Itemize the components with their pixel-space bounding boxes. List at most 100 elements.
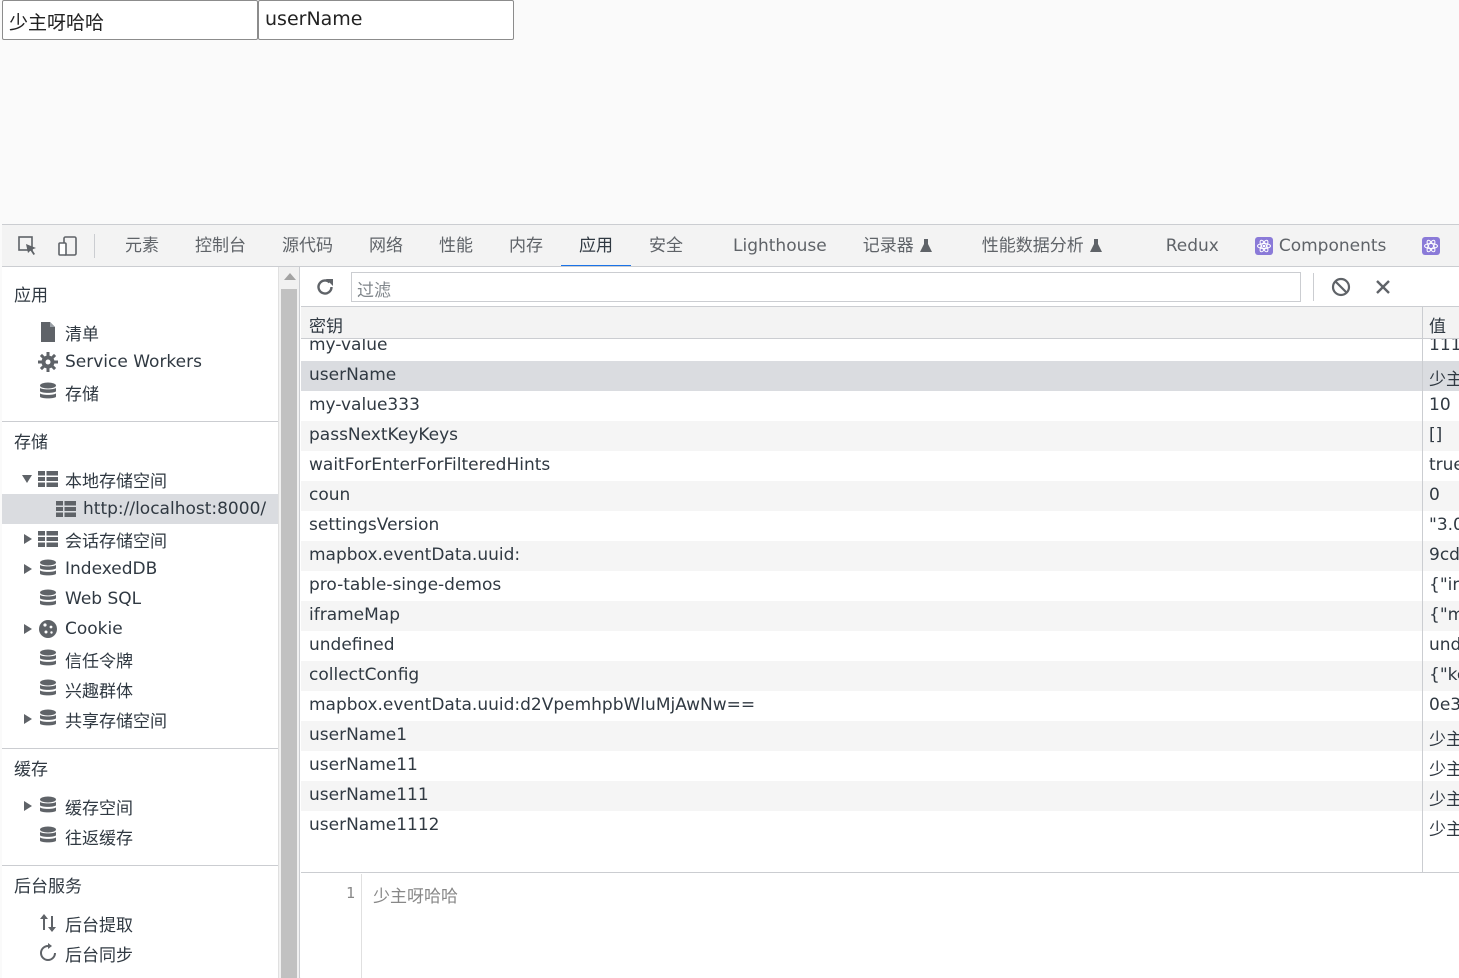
tab-redux[interactable]: Redux — [1120, 225, 1237, 266]
text-input-value[interactable]: 少主呀哈哈 — [2, 0, 258, 40]
row-value[interactable]: 9cd — [1429, 545, 1459, 565]
row-key[interactable]: waitForEnterForFilteredHints — [309, 455, 550, 475]
sidebar-item-cache-storage[interactable]: 缓存空间 — [2, 791, 278, 821]
filter-input[interactable]: 过滤 — [351, 272, 1301, 302]
row-value[interactable]: [] — [1429, 425, 1459, 445]
row-key[interactable]: collectConfig — [309, 665, 419, 685]
row-value[interactable]: 少主 — [1429, 785, 1459, 810]
row-key[interactable]: userName1112 — [309, 815, 440, 835]
row-key[interactable]: coun — [309, 485, 350, 505]
scrollbar-thumb[interactable] — [281, 289, 297, 978]
sidebar-item-local-origin[interactable]: http://localhost:8000/ — [2, 494, 278, 524]
sidebar-item-service-workers[interactable]: Service Workers — [2, 347, 278, 377]
row-value[interactable]: 10 — [1429, 395, 1459, 415]
expand-arrow-icon[interactable] — [24, 801, 32, 811]
scroll-up-arrow-icon[interactable] — [284, 273, 296, 280]
table-row[interactable]: passNextKeyKeys [] — [301, 421, 1459, 451]
sidebar-item-cookie[interactable]: Cookie — [2, 614, 278, 644]
column-header-value[interactable]: 值 — [1429, 312, 1446, 337]
column-divider[interactable] — [1422, 307, 1423, 872]
expand-arrow-icon[interactable] — [22, 475, 32, 483]
clear-all-button[interactable] — [1329, 275, 1353, 299]
table-row[interactable]: mapbox.eventData.uuid: 9cd — [301, 541, 1459, 571]
device-toolbar-icon[interactable] — [48, 225, 88, 266]
row-key[interactable]: settingsVersion — [309, 515, 439, 535]
row-key[interactable]: userName111 — [309, 785, 429, 805]
sidebar-item-interest-groups[interactable]: 兴趣群体 — [2, 674, 278, 704]
row-key[interactable]: mapbox.eventData.uuid: — [309, 545, 520, 565]
table-row[interactable]: mapbox.eventData.uuid:d2VpemhpbWluMjAwNw… — [301, 691, 1459, 721]
row-value[interactable]: 少主 — [1429, 815, 1459, 840]
row-key[interactable]: undefined — [309, 635, 395, 655]
sidebar-item-indexeddb[interactable]: IndexedDB — [2, 554, 278, 584]
refresh-button[interactable] — [313, 275, 337, 299]
row-value[interactable]: {"m — [1429, 605, 1459, 625]
table-row[interactable]: settingsVersion "3.0 — [301, 511, 1459, 541]
row-value[interactable]: 少主 — [1429, 365, 1459, 390]
row-value[interactable]: {"in — [1429, 575, 1459, 595]
sidebar-item-manifest[interactable]: 清单 — [2, 317, 278, 347]
tab-console[interactable]: 控制台 — [177, 225, 264, 266]
expand-arrow-icon[interactable] — [24, 714, 32, 724]
sidebar-item-storage-overview[interactable]: 存储 — [2, 377, 278, 407]
row-value[interactable]: 少主 — [1429, 725, 1459, 750]
table-row[interactable]: coun 0 — [301, 481, 1459, 511]
table-row[interactable]: my-value333 10 — [301, 391, 1459, 421]
row-value[interactable]: 少主 — [1429, 755, 1459, 780]
tab-network[interactable]: 网络 — [351, 225, 421, 266]
row-value[interactable]: {"ke — [1429, 665, 1459, 685]
row-key[interactable]: userName11 — [309, 755, 418, 775]
expand-arrow-icon[interactable] — [24, 624, 32, 634]
row-value[interactable]: und — [1429, 635, 1459, 655]
expand-arrow-icon[interactable] — [24, 564, 32, 574]
sidebar-item-bfcache[interactable]: 往返缓存 — [2, 821, 278, 851]
tab-application[interactable]: 应用 — [561, 225, 631, 266]
tab-performance[interactable]: 性能 — [421, 225, 491, 266]
tab-elements[interactable]: 元素 — [107, 225, 177, 266]
row-key[interactable]: passNextKeyKeys — [309, 425, 458, 445]
tab-memory[interactable]: 内存 — [491, 225, 561, 266]
table-row[interactable]: userName111 少主 — [301, 781, 1459, 811]
row-value[interactable]: "3.0 — [1429, 515, 1459, 535]
sidebar-item-shared-storage[interactable]: 共享存储空间 — [2, 704, 278, 734]
expand-arrow-icon[interactable] — [24, 534, 32, 544]
table-row[interactable]: undefined und — [301, 631, 1459, 661]
tab-recorder[interactable]: 记录器 — [845, 225, 950, 266]
row-key[interactable]: pro-table-singe-demos — [309, 575, 501, 595]
tab-security[interactable]: 安全 — [631, 225, 701, 266]
sidebar-item-background-fetch[interactable]: 后台提取 — [2, 908, 278, 938]
sidebar-item-label: 共享存储空间 — [65, 711, 167, 732]
row-key[interactable]: userName1 — [309, 725, 407, 745]
sidebar-scrollbar[interactable] — [278, 267, 300, 978]
table-row[interactable]: userName 少主 — [301, 361, 1459, 391]
sidebar-item-websql[interactable]: Web SQL — [2, 584, 278, 614]
row-key[interactable]: mapbox.eventData.uuid:d2VpemhpbWluMjAwNw… — [309, 695, 755, 715]
text-input-key[interactable]: userName — [258, 0, 514, 40]
table-row[interactable]: waitForEnterForFilteredHints true — [301, 451, 1459, 481]
tab-lighthouse[interactable]: Lighthouse — [701, 225, 845, 266]
tab-components[interactable]: Components — [1237, 225, 1405, 266]
sidebar-item-trust-tokens[interactable]: 信任令牌 — [2, 644, 278, 674]
table-row[interactable]: userName1 少主 — [301, 721, 1459, 751]
row-key[interactable]: userName — [309, 365, 396, 385]
table-row[interactable]: pro-table-singe-demos {"in — [301, 571, 1459, 601]
tab-sources[interactable]: 源代码 — [264, 225, 351, 266]
row-value[interactable]: 0 — [1429, 485, 1459, 505]
column-header-key[interactable]: 密钥 — [309, 312, 343, 337]
table-row[interactable]: collectConfig {"ke — [301, 661, 1459, 691]
sidebar-item-session-storage[interactable]: 会话存储空间 — [2, 524, 278, 554]
close-icon — [1376, 280, 1390, 294]
inspect-element-icon[interactable] — [8, 225, 48, 266]
delete-selected-button[interactable] — [1371, 275, 1395, 299]
row-value[interactable]: 0e3 — [1429, 695, 1459, 715]
row-key[interactable]: iframeMap — [309, 605, 400, 625]
sidebar-item-background-sync[interactable]: 后台同步 — [2, 938, 278, 968]
row-value[interactable]: true — [1429, 455, 1459, 475]
table-row[interactable]: iframeMap {"m — [301, 601, 1459, 631]
tab-profiler[interactable] — [1404, 225, 1458, 266]
tab-performance-insights[interactable]: 性能数据分析 — [950, 225, 1120, 266]
row-key[interactable]: my-value333 — [309, 395, 420, 415]
table-row[interactable]: userName11 少主 — [301, 751, 1459, 781]
sidebar-item-local-storage[interactable]: 本地存储空间 — [2, 464, 278, 494]
table-row[interactable]: userName1112 少主 — [301, 811, 1459, 841]
